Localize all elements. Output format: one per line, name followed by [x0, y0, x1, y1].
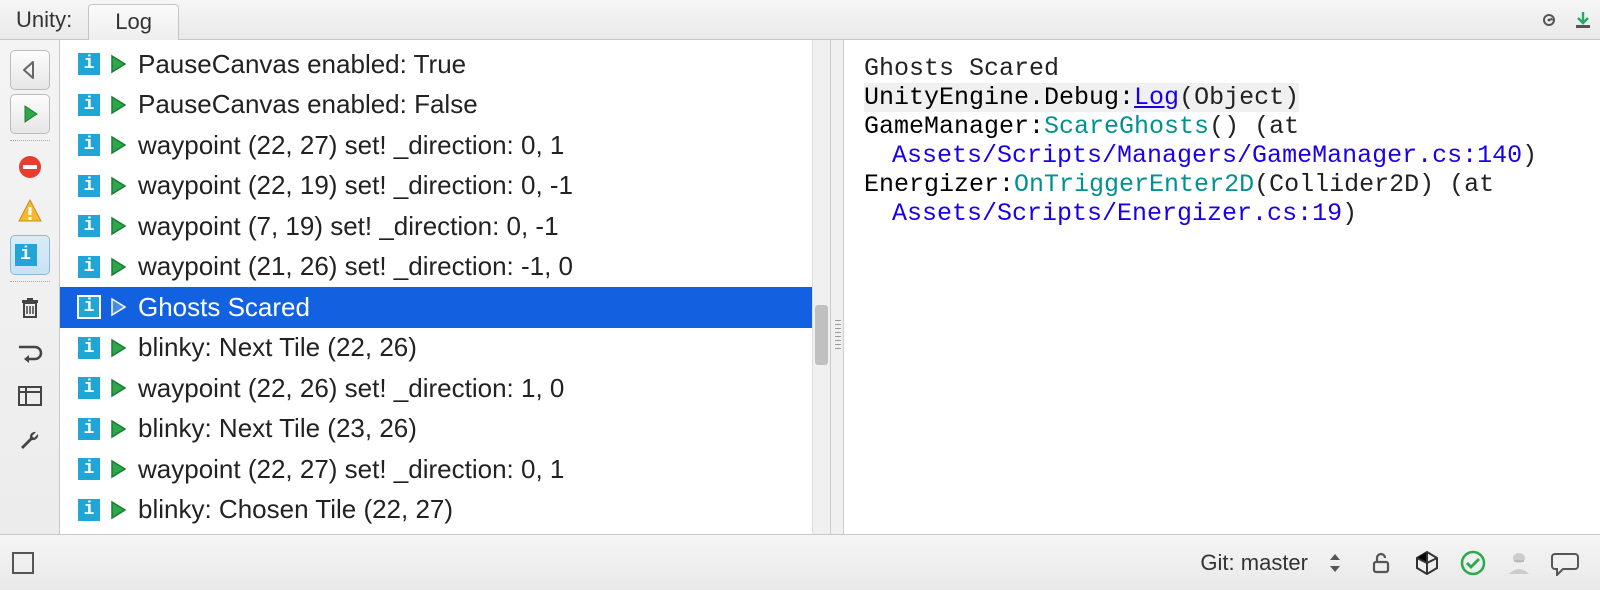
- trash-button[interactable]: [10, 288, 50, 328]
- log-entry-text: PauseCanvas enabled: False: [138, 89, 478, 120]
- play-icon: [108, 459, 128, 479]
- info-filter-button[interactable]: i: [10, 235, 50, 275]
- user-icon[interactable]: [1504, 548, 1534, 578]
- warning-filter-button[interactable]: [10, 191, 50, 231]
- info-icon: i: [78, 175, 100, 197]
- info-icon: i: [78, 296, 100, 318]
- log-entry-text: waypoint (21, 26) set! _direction: -1, 0: [138, 251, 573, 282]
- info-icon: i: [78, 134, 100, 156]
- info-icon: i: [15, 244, 37, 266]
- play-icon: [108, 54, 128, 74]
- source-path-link[interactable]: Assets/Scripts/Managers/GameManager.cs:1…: [892, 141, 1522, 170]
- log-entry-text: PauseCanvas enabled: True: [138, 49, 466, 80]
- play-icon: [108, 419, 128, 439]
- main-area: i i PauseCanvas enabled: True i PauseCanvas…: [0, 40, 1600, 535]
- layout-icon[interactable]: [12, 552, 34, 574]
- log-row[interactable]: i blinky: Chosen Tile (22, 27): [60, 490, 830, 531]
- play-icon: [108, 216, 128, 236]
- log-entry-text: blinky: Next Tile (22, 26): [138, 332, 417, 363]
- log-entry-text: Ghosts Scared: [138, 292, 310, 323]
- git-updown-icon[interactable]: [1320, 548, 1350, 578]
- play-icon: [108, 95, 128, 115]
- info-icon: i: [78, 215, 100, 237]
- log-row[interactable]: i blinky: Next Tile (23, 26): [60, 409, 830, 450]
- log-row[interactable]: i Ghosts Scared: [60, 287, 830, 328]
- log-row[interactable]: i waypoint (22, 26) set! _direction: 1, 0: [60, 368, 830, 409]
- log-row[interactable]: i PauseCanvas enabled: True: [60, 44, 830, 85]
- log-row[interactable]: i waypoint (22, 27) set! _direction: 0, 1: [60, 449, 830, 490]
- log-method-link[interactable]: Log: [1134, 83, 1179, 112]
- log-list[interactable]: i PauseCanvas enabled: True i PauseCanvas e…: [60, 40, 830, 534]
- log-entry-text: waypoint (22, 27) set! _direction: 0, 1: [138, 454, 564, 485]
- info-icon: i: [78, 53, 100, 75]
- play-icon: [108, 500, 128, 520]
- log-row[interactable]: i waypoint (21, 26) set! _direction: -1, …: [60, 247, 830, 288]
- sidebar: i: [0, 40, 60, 534]
- play-icon: [108, 378, 128, 398]
- source-path-link[interactable]: Assets/Scripts/Energizer.cs:19: [892, 199, 1342, 228]
- play-icon: [108, 135, 128, 155]
- detail-frame-1: GameManager:ScareGhosts() (at Assets/Scr…: [864, 112, 1580, 170]
- log-entry-text: blinky: Next Tile (23, 26): [138, 413, 417, 444]
- play-icon: [108, 338, 128, 358]
- download-icon[interactable]: [1572, 9, 1594, 31]
- info-icon: i: [78, 377, 100, 399]
- detail-stack-line: UnityEngine.Debug:Log(Object): [864, 83, 1299, 112]
- chat-icon[interactable]: [1550, 548, 1580, 578]
- scrollbar-grip[interactable]: [815, 305, 828, 365]
- app-label: Unity:: [6, 7, 82, 33]
- unity-icon[interactable]: [1412, 548, 1442, 578]
- info-icon: i: [78, 256, 100, 278]
- tab-log[interactable]: Log: [88, 4, 179, 40]
- log-row[interactable]: i PauseCanvas enabled: False: [60, 85, 830, 126]
- detail-frame-2: Energizer:OnTriggerEnter2D(Collider2D) (…: [864, 170, 1580, 228]
- lock-open-icon[interactable]: [1366, 548, 1396, 578]
- log-entry-text: waypoint (22, 27) set! _direction: 0, 1: [138, 130, 564, 161]
- detail-message: Ghosts Scared: [864, 54, 1580, 83]
- git-branch-label[interactable]: Git: master: [1200, 550, 1308, 576]
- log-row[interactable]: i waypoint (22, 27) set! _direction: 0, 1: [60, 125, 830, 166]
- columns-button[interactable]: [10, 376, 50, 416]
- log-row[interactable]: i waypoint (7, 19) set! _direction: 0, -1: [60, 206, 830, 247]
- status-bar: Git: master: [0, 535, 1600, 590]
- play-icon: [108, 257, 128, 277]
- play-button[interactable]: [10, 94, 50, 134]
- error-filter-button[interactable]: [10, 147, 50, 187]
- wrap-button[interactable]: [10, 332, 50, 372]
- info-icon: i: [78, 418, 100, 440]
- log-entry-text: blinky: Chosen Tile (22, 27): [138, 494, 453, 525]
- log-row[interactable]: i blinky: Next Tile (22, 26): [60, 328, 830, 369]
- gear-dropdown-icon[interactable]: [1540, 9, 1562, 31]
- log-scrollbar[interactable]: [812, 40, 830, 534]
- play-icon: [108, 176, 128, 196]
- info-icon: i: [78, 94, 100, 116]
- log-entry-text: waypoint (22, 19) set! _direction: 0, -1: [138, 170, 573, 201]
- check-ok-icon[interactable]: [1458, 548, 1488, 578]
- wrench-button[interactable]: [10, 420, 50, 460]
- play-icon: [108, 297, 128, 317]
- info-icon: i: [78, 499, 100, 521]
- info-icon: i: [78, 337, 100, 359]
- header-bar: Unity: Log: [0, 0, 1600, 40]
- info-icon: i: [78, 458, 100, 480]
- tab-log-label: Log: [115, 9, 152, 35]
- log-row[interactable]: i waypoint (22, 19) set! _direction: 0, -…: [60, 166, 830, 207]
- back-button[interactable]: [10, 50, 50, 90]
- log-entry-text: waypoint (7, 19) set! _direction: 0, -1: [138, 211, 559, 242]
- pane-divider[interactable]: [830, 40, 844, 534]
- detail-pane: Ghosts Scared UnityEngine.Debug:Log(Obje…: [844, 40, 1600, 534]
- log-entry-text: waypoint (22, 26) set! _direction: 1, 0: [138, 373, 564, 404]
